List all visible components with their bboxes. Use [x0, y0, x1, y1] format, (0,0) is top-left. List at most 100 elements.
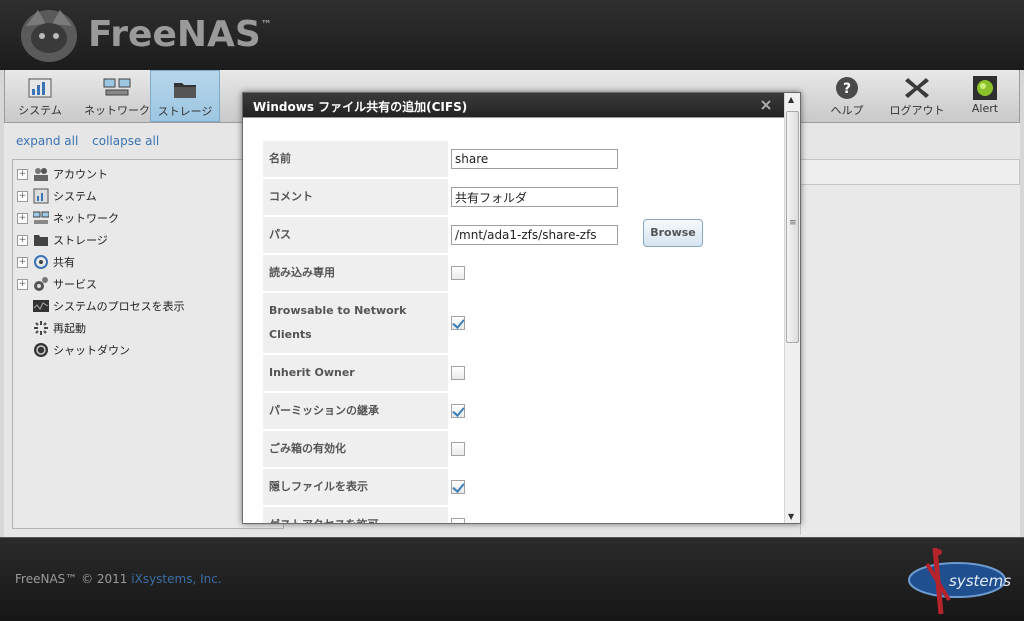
expand-icon[interactable]: + — [17, 168, 28, 180]
tree-item-system[interactable]: + システム — [17, 186, 97, 206]
content-panel — [800, 185, 1020, 535]
path-input[interactable] — [451, 225, 618, 245]
browsable-checkbox[interactable] — [451, 316, 465, 330]
logout-icon — [905, 78, 929, 98]
name-label: 名前 — [263, 141, 448, 177]
ixsystems-logo-icon: systems — [908, 547, 1011, 615]
tree-item-shutdown[interactable]: シャットダウン — [17, 340, 130, 360]
read-only-checkbox[interactable] — [451, 266, 465, 280]
app-header: FreeNAS™ — [0, 0, 1024, 70]
form-row-inherit-permissions: パーミッションの継承 — [263, 393, 783, 429]
scroll-up-icon[interactable]: ▲ — [788, 95, 794, 104]
form-row-browsable: Browsable to Network Clients — [263, 293, 783, 353]
tree-item-label: サービス — [53, 278, 97, 291]
inherit-owner-label: Inherit Owner — [263, 355, 448, 391]
browsable-label: Browsable to Network Clients — [263, 293, 448, 353]
toolbar-alert-label: Alert — [971, 102, 999, 115]
brand-name: FreeNAS™ — [88, 14, 272, 55]
system-icon — [33, 188, 49, 204]
dialog-body: 名前 コメント パス Browse 読み込み専用 Browsable to Ne… — [243, 119, 784, 523]
tree-item-storage[interactable]: + ストレージ — [17, 230, 108, 250]
toolbar-logout-button[interactable]: ログアウト — [885, 70, 949, 122]
services-icon — [34, 277, 48, 291]
form-row-show-hidden: 隠しファイルを表示 — [263, 469, 783, 505]
toolbar-alert-button[interactable]: Alert — [960, 70, 1010, 122]
close-icon[interactable] — [760, 99, 772, 111]
tree-item-label: シャットダウン — [53, 344, 130, 357]
toolbar-network-label: ネットワーク — [84, 104, 150, 117]
tree-item-label: 再起動 — [53, 322, 86, 335]
form-row-read-only: 読み込み専用 — [263, 255, 783, 291]
recycle-bin-label: ごみ箱の有効化 — [263, 431, 448, 467]
network-icon — [103, 78, 131, 96]
guest-access-checkbox[interactable] — [451, 518, 465, 523]
processes-icon — [33, 300, 49, 312]
help-icon: ? — [836, 77, 858, 99]
tree-item-sharing[interactable]: + 共有 — [17, 252, 75, 272]
toolbar-logout-label: ログアウト — [889, 104, 945, 117]
alert-icon — [973, 76, 997, 100]
toolbar-storage-button[interactable]: ストレージ — [150, 70, 220, 122]
logo-text: systems — [949, 572, 1011, 590]
comment-label: コメント — [263, 179, 448, 215]
inherit-permissions-label: パーミッションの継承 — [263, 393, 448, 429]
form-row-name: 名前 — [263, 141, 783, 177]
freenas-logo-icon — [21, 10, 77, 62]
expand-icon[interactable]: + — [17, 234, 28, 246]
dialog-title: Windows ファイル共有の追加(CIFS) — [253, 100, 468, 114]
tree-item-services[interactable]: + サービス — [17, 274, 97, 294]
expand-icon[interactable]: + — [17, 212, 28, 224]
grip-icon: ≡ — [789, 218, 797, 228]
tree-item-label: ネットワーク — [53, 212, 119, 225]
share-icon — [34, 255, 48, 269]
app-footer: FreeNAS™ © 2011 iXsystems, Inc. systems — [0, 537, 1024, 621]
toolbar-storage-label: ストレージ — [157, 105, 213, 118]
system-icon — [28, 78, 52, 98]
inherit-permissions-checkbox[interactable] — [451, 404, 465, 418]
inherit-owner-checkbox[interactable] — [451, 366, 465, 380]
expand-icon[interactable]: + — [17, 256, 28, 268]
name-input[interactable] — [451, 149, 618, 169]
comment-input[interactable] — [451, 187, 618, 207]
tree-item-label: 共有 — [53, 256, 75, 269]
add-cifs-share-dialog: Windows ファイル共有の追加(CIFS) 名前 コメント パス Brows… — [242, 92, 801, 524]
dialog-scrollbar[interactable]: ▲ ≡ ▼ — [784, 93, 800, 523]
content-header — [800, 159, 1020, 185]
toolbar-network-button[interactable]: ネットワーク — [83, 70, 151, 122]
scroll-down-icon[interactable]: ▼ — [788, 512, 794, 521]
tree-item-label: アカウント — [53, 168, 108, 181]
guest-access-label: ゲストアクセスを許可 — [263, 507, 448, 523]
toolbar-system-label: システム — [18, 104, 62, 117]
account-icon — [34, 168, 48, 181]
read-only-label: 読み込み専用 — [263, 255, 448, 291]
tree-controls: expand all collapse all — [16, 134, 169, 148]
tree-item-reboot[interactable]: 再起動 — [17, 318, 86, 338]
form-row-comment: コメント — [263, 179, 783, 215]
expand-icon[interactable]: + — [17, 278, 28, 290]
dialog-titlebar[interactable]: Windows ファイル共有の追加(CIFS) — [243, 93, 800, 118]
toolbar-help-label: ヘルプ — [830, 104, 864, 117]
tree-item-account[interactable]: + アカウント — [17, 164, 108, 184]
company-link[interactable]: iXsystems, Inc. — [131, 572, 221, 586]
network-icon — [33, 211, 49, 224]
expand-all-link[interactable]: expand all — [16, 134, 78, 148]
form-row-inherit-owner: Inherit Owner — [263, 355, 783, 391]
copyright-text: FreeNAS™ © 2011 iXsystems, Inc. — [15, 572, 222, 586]
tree-item-label: システムのプロセスを表示 — [53, 300, 185, 313]
storage-icon — [174, 83, 196, 98]
tree-item-processes[interactable]: システムのプロセスを表示 — [17, 296, 185, 316]
browse-button[interactable]: Browse — [643, 219, 703, 247]
collapse-all-link[interactable]: collapse all — [92, 134, 159, 148]
show-hidden-checkbox[interactable] — [451, 480, 465, 494]
reboot-icon — [34, 321, 48, 335]
storage-icon — [34, 235, 48, 246]
toolbar-help-button[interactable]: ? ヘルプ — [820, 70, 874, 122]
expand-icon[interactable]: + — [17, 190, 28, 202]
form-row-recycle-bin: ごみ箱の有効化 — [263, 431, 783, 467]
recycle-bin-checkbox[interactable] — [451, 442, 465, 456]
shutdown-icon — [34, 343, 48, 357]
scrollbar-thumb[interactable]: ≡ — [786, 111, 799, 343]
toolbar-system-button[interactable]: システム — [9, 70, 71, 122]
form-row-guest-access: ゲストアクセスを許可 — [263, 507, 783, 523]
tree-item-network[interactable]: + ネットワーク — [17, 208, 119, 228]
